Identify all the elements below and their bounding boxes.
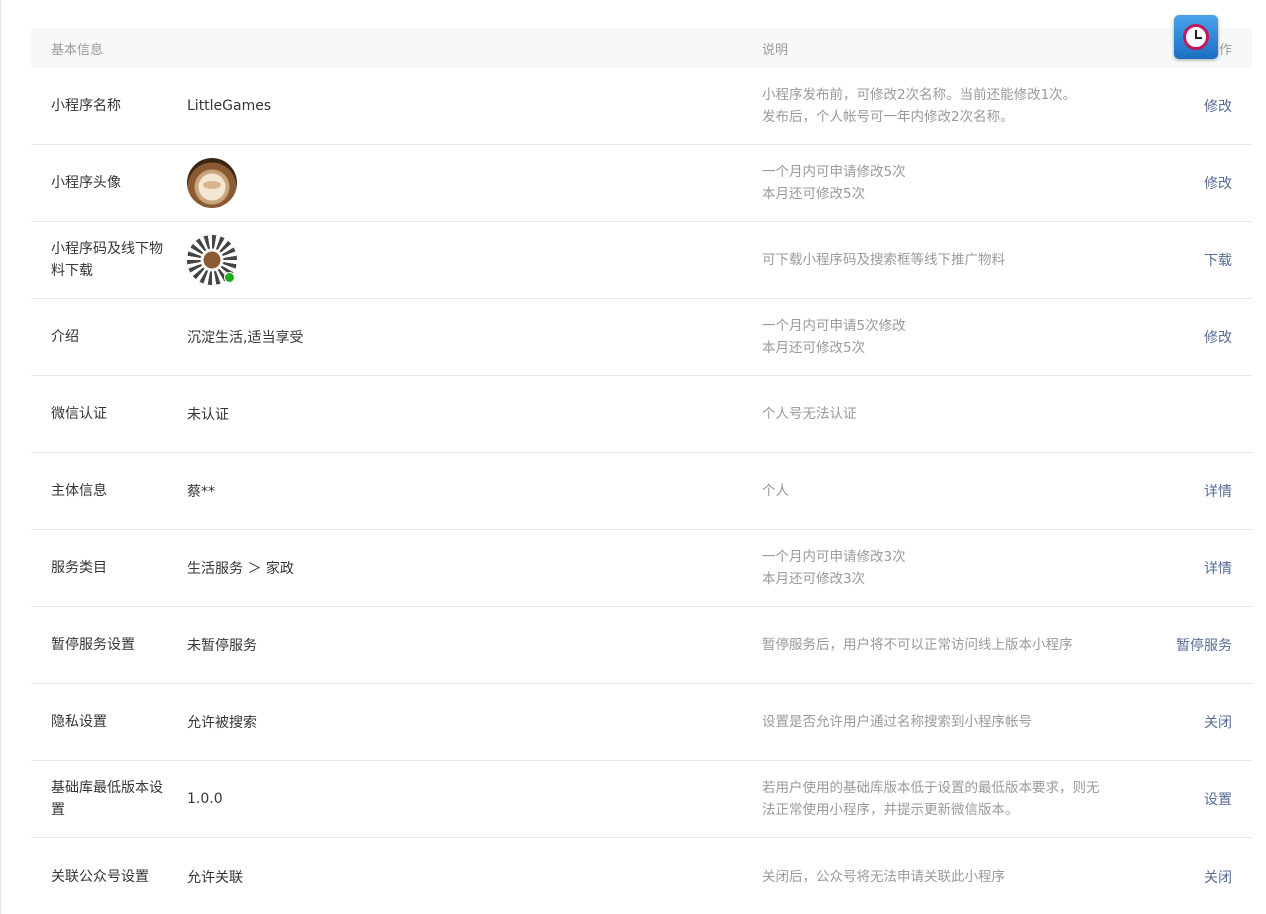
privacy-close-link[interactable]: 关闭 <box>1132 712 1252 732</box>
row-label: 暂停服务设置 <box>51 637 135 653</box>
row-value: 蔡** <box>187 484 215 500</box>
row-value: 生活服务 ＞ 家政 <box>187 561 294 577</box>
row-value: 允许关联 <box>187 869 243 886</box>
table-row-category: 服务类目 生活服务 ＞ 家政 一个月内可申请修改3次 本月还可修改3次 详情 <box>31 530 1252 607</box>
row-label: 基础库最低版本设置 <box>51 780 163 818</box>
base-library-settings-link[interactable]: 设置 <box>1132 789 1252 809</box>
row-label: 小程序名称 <box>51 98 121 114</box>
row-label: 小程序码及线下物料下载 <box>51 241 163 279</box>
row-label: 隐私设置 <box>51 714 107 730</box>
row-description: 可下载小程序码及搜索框等线下推广物料 <box>762 252 1005 268</box>
edit-avatar-link[interactable]: 修改 <box>1132 173 1252 193</box>
row-description: 一个月内可申请修改5次 本月还可修改5次 <box>762 164 906 202</box>
basic-info-table: 基本信息 说明 操作 小程序名称 LittleGames 小程序发布前，可修改2… <box>31 28 1252 914</box>
avatar <box>187 158 237 208</box>
table-row-name: 小程序名称 LittleGames 小程序发布前，可修改2次名称。当前还能修改1… <box>31 68 1252 145</box>
row-label: 介绍 <box>51 329 79 345</box>
row-value: 1.0.0 <box>187 791 223 807</box>
download-link[interactable]: 下载 <box>1132 250 1252 270</box>
row-value: 未暂停服务 <box>187 638 257 654</box>
row-label: 小程序头像 <box>51 175 121 191</box>
row-description: 若用户使用的基础库版本低于设置的最低版本要求，则无 法正常使用小程序，并提示更新… <box>762 780 1100 818</box>
mini-program-code-icon <box>187 235 237 285</box>
linked-account-close-link[interactable]: 关闭 <box>1132 867 1252 887</box>
row-value: 沉淀生活,适当享受 <box>187 330 304 346</box>
wechat-badge-icon <box>224 272 235 283</box>
table-row-intro: 介绍 沉淀生活,适当享受 一个月内可申请5次修改 本月还可修改5次 修改 <box>31 299 1252 376</box>
row-label: 微信认证 <box>51 406 107 422</box>
edit-intro-link[interactable]: 修改 <box>1132 327 1252 347</box>
table-row-base-library: 基础库最低版本设置 1.0.0 若用户使用的基础库版本低于设置的最低版本要求，则… <box>31 761 1252 838</box>
header-basic-info: 基本信息 <box>51 42 104 58</box>
row-value <box>187 235 762 285</box>
row-label: 关联公众号设置 <box>51 868 149 885</box>
row-description: 个人号无法认证 <box>762 406 857 422</box>
settings-page: 基本信息 说明 操作 小程序名称 LittleGames 小程序发布前，可修改2… <box>0 0 1266 914</box>
row-value: 允许被搜索 <box>187 715 257 731</box>
row-description: 个人 <box>762 483 789 499</box>
table-row-pause-service: 暂停服务设置 未暂停服务 暂停服务后，用户将不可以正常访问线上版本小程序 暂停服… <box>31 607 1252 684</box>
subject-details-link[interactable]: 详情 <box>1132 481 1252 501</box>
edit-name-link[interactable]: 修改 <box>1132 96 1252 116</box>
row-label: 主体信息 <box>51 483 107 499</box>
pause-service-link[interactable]: 暂停服务 <box>1132 635 1252 655</box>
table-row-avatar: 小程序头像 一个月内可申请修改5次 本月还可修改5次 修改 <box>31 145 1252 222</box>
table-row-linked-account: 关联公众号设置 允许关联 关闭后，公众号将无法申请关联此小程序 关闭 <box>31 838 1252 914</box>
header-description: 说明 <box>762 42 789 58</box>
row-value: LittleGames <box>187 98 272 114</box>
row-description: 关闭后，公众号将无法申请关联此小程序 <box>762 868 1005 885</box>
row-description: 暂停服务后，用户将不可以正常访问线上版本小程序 <box>762 637 1073 653</box>
row-description: 小程序发布前，可修改2次名称。当前还能修改1次。 发布后，个人帐号可一年内修改2… <box>762 87 1077 125</box>
table-row-subject: 主体信息 蔡** 个人 详情 <box>31 453 1252 530</box>
row-description: 一个月内可申请5次修改 本月还可修改5次 <box>762 318 906 356</box>
table-header: 基本信息 说明 操作 <box>31 28 1252 68</box>
row-description: 一个月内可申请修改3次 本月还可修改3次 <box>762 549 906 587</box>
table-row-verification: 微信认证 未认证 个人号无法认证 <box>31 376 1252 453</box>
table-row-qrcode: 小程序码及线下物料下载 可下载小程序码及搜索框等线下推广物料 下载 <box>31 222 1252 299</box>
row-value: 未认证 <box>187 407 229 423</box>
row-label: 服务类目 <box>51 560 107 576</box>
clock-face-icon <box>1183 24 1209 50</box>
table-row-privacy: 隐私设置 允许被搜索 设置是否允许用户通过名称搜索到小程序帐号 关闭 <box>31 684 1252 761</box>
row-description: 设置是否允许用户通过名称搜索到小程序帐号 <box>762 714 1032 730</box>
row-value <box>187 158 762 208</box>
clock-icon[interactable] <box>1174 15 1218 59</box>
category-details-link[interactable]: 详情 <box>1132 558 1252 578</box>
